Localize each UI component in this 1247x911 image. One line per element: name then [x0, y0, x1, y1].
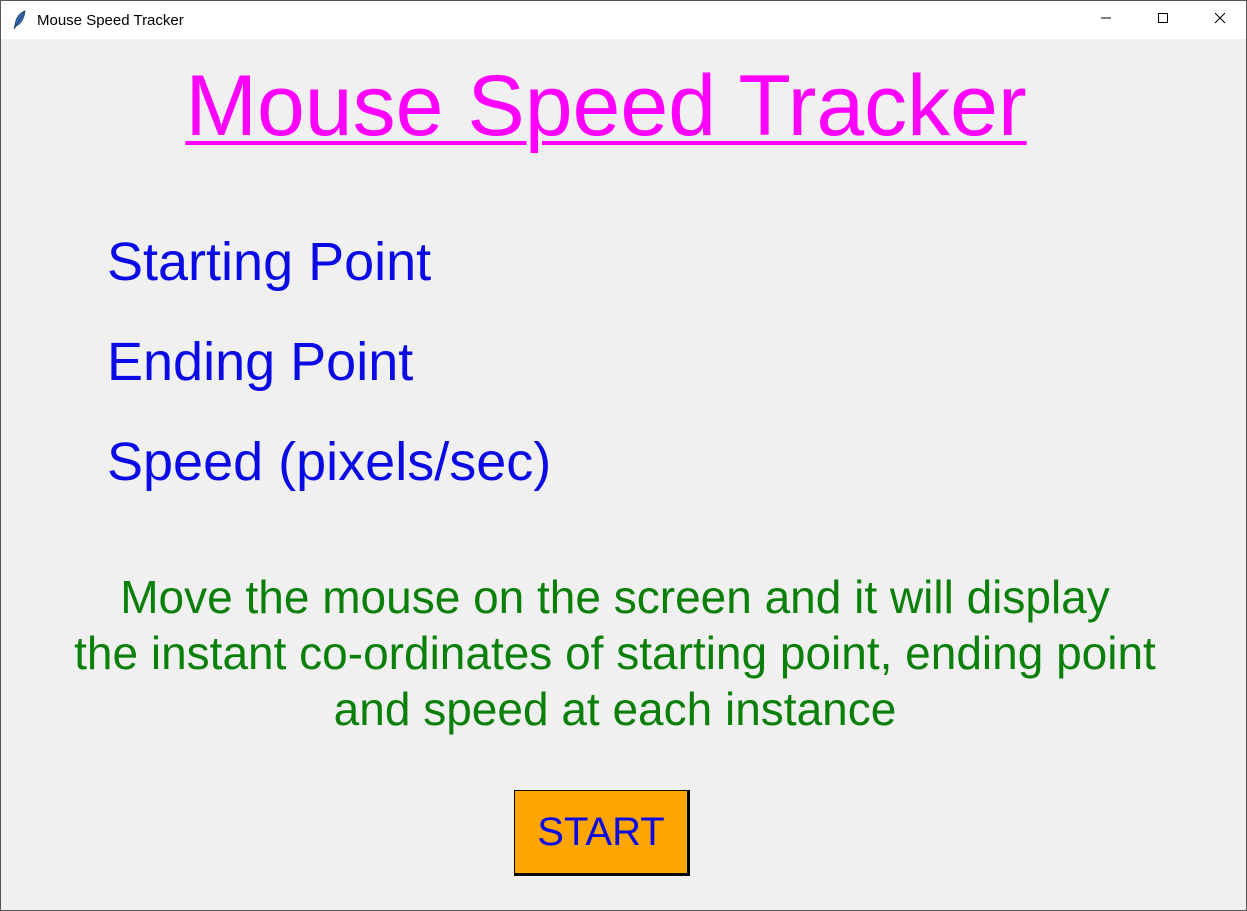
starting-point-label: Starting Point [107, 232, 432, 292]
page-title: Mouse Speed Tracker [185, 58, 1027, 154]
title-bar[interactable]: Mouse Speed Tracker [1, 1, 1246, 39]
instructions-line-2: the instant co-ordinates of starting poi… [74, 627, 1156, 679]
instructions-line-3: and speed at each instance [333, 683, 897, 735]
window-title: Mouse Speed Tracker [37, 12, 184, 29]
maximize-icon [1157, 11, 1169, 29]
ending-point-label: Ending Point [107, 332, 414, 392]
minimize-icon [1100, 11, 1112, 29]
minimize-button[interactable] [1077, 1, 1135, 39]
app-window: Mouse Speed Tracker Mouse Speed Tracker … [0, 0, 1247, 911]
main-content: Mouse Speed Tracker Starting Point Endin… [1, 39, 1246, 910]
start-button[interactable]: START [514, 790, 690, 876]
speed-label: Speed (pixels/sec) [107, 432, 552, 492]
feather-icon [13, 10, 27, 30]
close-button[interactable] [1191, 1, 1247, 39]
instructions-text: Move the mouse on the screen and it will… [1, 569, 1229, 737]
instructions-line-1: Move the mouse on the screen and it will… [120, 571, 1110, 623]
close-icon [1214, 11, 1226, 29]
maximize-button[interactable] [1134, 1, 1192, 39]
